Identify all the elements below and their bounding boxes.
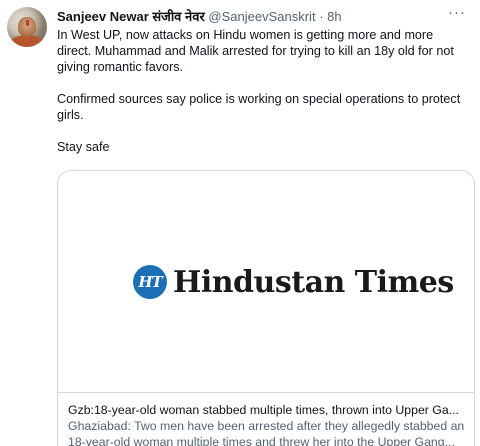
author-handle[interactable]: @SanjeevSanskrit [208,9,315,24]
tweet-header: Sanjeev Newar संजीव नेवर @SanjeevSanskri… [57,8,342,26]
card-description-line: 18-year-old woman multiple times and thr… [68,435,455,446]
tweet-text: In West UP, now attacks on Hindu women i… [57,27,467,171]
card-description: Ghaziabad: Two men have been arrested af… [68,418,468,446]
card-description-line: Ghaziabad: Two men have been arrested af… [68,419,465,433]
author-name[interactable]: Sanjeev Newar संजीव नेवर [57,9,205,24]
card-image[interactable]: HT Hindustan Times [58,171,474,393]
tweet-paragraph: Stay safe [57,140,110,154]
more-options-icon[interactable]: ··· [448,4,466,22]
card-text[interactable]: Gzb:18-year-old woman stabbed multiple t… [68,402,468,446]
card-title: Gzb:18-year-old woman stabbed multiple t… [68,403,459,417]
separator-dot: · [319,9,324,24]
tweet-time[interactable]: 8h [327,9,341,24]
avatar[interactable] [7,7,47,47]
link-preview-card[interactable]: HT Hindustan Times Gzb:18-year-old woman… [57,170,475,446]
hindustan-times-logo: HT Hindustan Times [133,262,454,302]
ht-logo-text: Hindustan Times [173,264,454,300]
tweet-paragraph: In West UP, now attacks on Hindu women i… [57,28,454,74]
ht-logo-badge: HT [133,265,167,299]
tweet[interactable]: Sanjeev Newar संजीव नेवर @SanjeevSanskri… [0,0,480,446]
avatar-tilak [26,20,29,26]
tweet-paragraph: Confirmed sources say police is working … [57,92,461,122]
